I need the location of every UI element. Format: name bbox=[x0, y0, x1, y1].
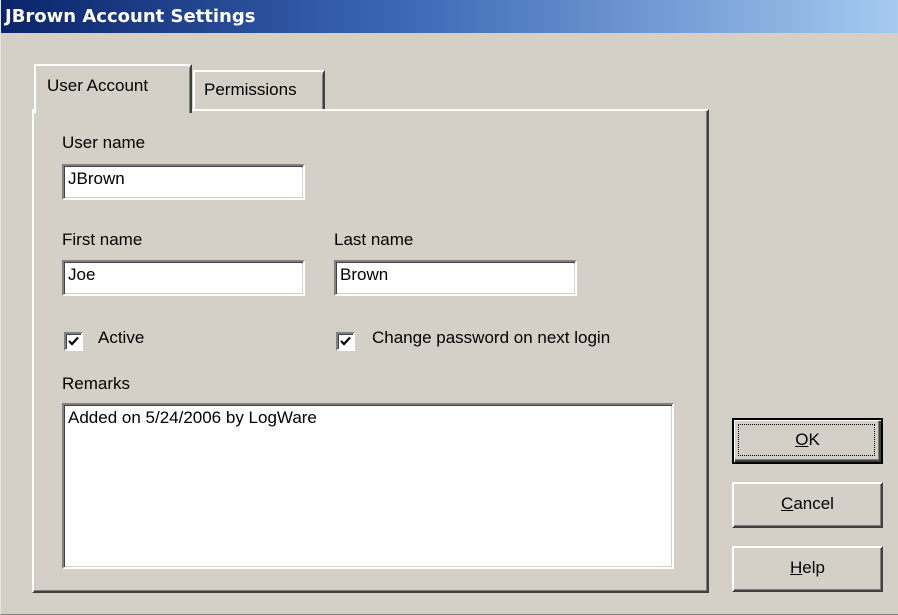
ok-label-rest: K bbox=[808, 430, 820, 449]
user-name-field[interactable]: JBrown bbox=[62, 164, 305, 200]
checkmark-icon bbox=[68, 336, 79, 346]
cancel-label-rest: ancel bbox=[793, 494, 834, 513]
cancel-button[interactable]: Cancel bbox=[732, 482, 883, 528]
active-checkbox[interactable] bbox=[64, 332, 83, 351]
last-name-label: Last name bbox=[334, 230, 414, 249]
tab-permissions[interactable]: Permissions bbox=[193, 70, 325, 110]
first-name-label: First name bbox=[62, 230, 143, 249]
remarks-label: Remarks bbox=[62, 374, 131, 393]
cancel-mnemonic: C bbox=[781, 494, 794, 513]
help-button[interactable]: Help bbox=[732, 546, 883, 592]
ok-mnemonic: O bbox=[795, 430, 809, 449]
help-label-rest: elp bbox=[802, 558, 825, 577]
help-mnemonic: H bbox=[790, 558, 803, 577]
tab-user-account-label: User Account bbox=[47, 76, 149, 95]
remarks-textarea[interactable]: Added on 5/24/2006 by LogWare bbox=[62, 403, 674, 569]
user-name-label: User name bbox=[62, 133, 146, 152]
change-password-label: Change password on next login bbox=[372, 328, 611, 347]
last-name-field[interactable]: Brown bbox=[334, 260, 577, 296]
window-title: JBrown Account Settings bbox=[5, 6, 256, 27]
title-bar[interactable]: JBrown Account Settings bbox=[1, 0, 898, 33]
ok-button[interactable]: OK bbox=[732, 418, 883, 464]
user-account-panel: User name JBrown First name Joe Last nam… bbox=[32, 109, 709, 593]
checkmark-icon bbox=[340, 336, 351, 346]
active-label: Active bbox=[98, 328, 145, 347]
account-settings-dialog: JBrown Account Settings User Account Per… bbox=[0, 0, 898, 615]
change-password-checkbox[interactable] bbox=[336, 332, 355, 351]
tab-user-account[interactable]: User Account bbox=[34, 64, 192, 113]
first-name-field[interactable]: Joe bbox=[62, 260, 305, 296]
tab-permissions-label: Permissions bbox=[204, 80, 297, 99]
